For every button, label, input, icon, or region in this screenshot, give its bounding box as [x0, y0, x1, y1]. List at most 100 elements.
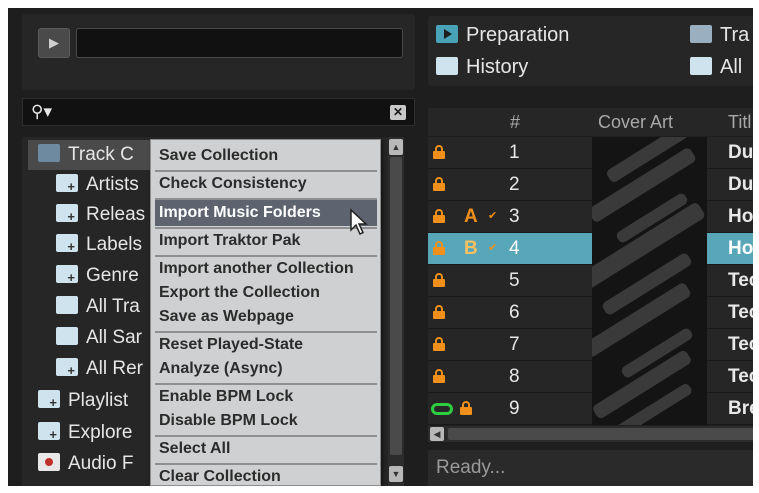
- menu-item-clear-collection[interactable]: Clear Collection: [155, 464, 377, 486]
- tree-item-label: Playlist: [68, 390, 129, 411]
- lock-icon: [433, 145, 445, 159]
- lock-icon: [433, 177, 445, 191]
- folder-plus-icon: [56, 356, 78, 386]
- folder-icon: [690, 56, 712, 75]
- column-header-title[interactable]: Titl: [728, 108, 751, 136]
- tree-item-track-collection[interactable]: Track C: [38, 140, 134, 170]
- favorite-label: Tra: [720, 24, 750, 46]
- search-icon[interactable]: ⚲▾: [31, 101, 65, 123]
- tree-item-label: Explore: [68, 422, 133, 443]
- tree-item-labels[interactable]: Labels: [56, 230, 142, 262]
- cover-art-image: [592, 137, 707, 425]
- scroll-thumb[interactable]: [448, 428, 753, 440]
- menu-item-save-as-webpage[interactable]: Save as Webpage: [155, 304, 377, 330]
- column-header-number[interactable]: #: [510, 108, 520, 136]
- favorite-label: History: [466, 56, 529, 78]
- menu-item-enable-bpm-lock[interactable]: Enable BPM Lock: [155, 384, 377, 410]
- favorite-track-collection[interactable]: Tra: [690, 20, 749, 50]
- check-icon: ✔: [488, 210, 498, 222]
- scroll-left-icon[interactable]: ◀: [430, 427, 444, 441]
- menu-item-import-traktor-pak[interactable]: Import Traktor Pak: [155, 228, 377, 254]
- mouse-cursor-icon: [350, 208, 368, 236]
- row-title: Tec: [728, 270, 753, 291]
- favorite-preparation[interactable]: Preparation: [436, 20, 569, 50]
- track-collection-icon: [38, 143, 60, 162]
- folder-plus-icon: [56, 232, 78, 262]
- menu-item-reset-played-state[interactable]: Reset Played-State: [155, 332, 377, 358]
- row-number: 6: [509, 302, 520, 323]
- tree-item-label: Artists: [86, 174, 139, 195]
- tree-item-label: Track C: [68, 144, 134, 165]
- favorite-all-tracks[interactable]: All: [690, 52, 742, 82]
- folder-plus-icon: [56, 172, 78, 202]
- lock-icon: [460, 401, 472, 415]
- row-status-icons: A ✔: [428, 201, 503, 232]
- scroll-thumb[interactable]: [390, 157, 402, 455]
- check-icon: ✔: [488, 242, 498, 254]
- tree-item-all-remix-sets[interactable]: All Rer: [56, 354, 143, 386]
- status-bar: Ready...: [428, 450, 753, 486]
- menu-item-export-collection[interactable]: Export the Collection: [155, 280, 377, 306]
- lock-icon: [433, 369, 445, 383]
- tree-item-all-samples[interactable]: All Sar: [56, 323, 142, 353]
- clear-search-icon[interactable]: ✕: [390, 105, 406, 120]
- playlist-icon: [436, 24, 458, 43]
- row-status-icons: [428, 297, 503, 328]
- tree-item-artists[interactable]: Artists: [56, 170, 139, 202]
- lock-icon: [433, 241, 445, 255]
- row-status-icons: [428, 329, 503, 360]
- row-number: 1: [509, 142, 520, 163]
- preview-play-button[interactable]: ▶: [38, 28, 70, 58]
- tree-scrollbar[interactable]: ▲ ▼: [388, 137, 404, 486]
- row-title: Tec: [728, 366, 753, 387]
- search-bar[interactable]: ⚲▾ ✕: [22, 98, 415, 126]
- row-title: Tec: [728, 334, 753, 355]
- track-list-header: # Cover Art Titl: [428, 108, 753, 136]
- tree-item-releases[interactable]: Releas: [56, 200, 146, 232]
- hotcue-key-label: B: [464, 238, 478, 259]
- row-status-icons: [428, 169, 503, 200]
- row-number: 5: [509, 270, 520, 291]
- tree-item-label: Labels: [86, 234, 142, 255]
- scroll-up-icon[interactable]: ▲: [389, 139, 403, 155]
- row-number: 9: [509, 398, 520, 419]
- lock-icon: [433, 209, 445, 223]
- hotcue-key-label: A: [464, 206, 478, 227]
- menu-item-import-another-collection[interactable]: Import another Collection: [155, 256, 377, 282]
- lock-icon: [433, 305, 445, 319]
- menu-item-analyze-async[interactable]: Analyze (Async): [155, 356, 377, 382]
- row-number: 8: [509, 366, 520, 387]
- row-number: 4: [509, 238, 520, 259]
- folder-icon: [56, 326, 78, 345]
- column-header-cover-art[interactable]: Cover Art: [598, 108, 673, 136]
- row-number: 3: [509, 206, 520, 227]
- row-number: 2: [509, 174, 520, 195]
- menu-item-save-collection[interactable]: Save Collection: [155, 143, 377, 169]
- tree-item-all-tracks[interactable]: All Tra: [56, 292, 140, 322]
- row-title: Tec: [728, 302, 753, 323]
- tree-item-label: Releas: [86, 204, 146, 225]
- tree-item-audio-recordings[interactable]: Audio F: [38, 449, 133, 479]
- folder-plus-icon: [38, 420, 60, 450]
- row-status-icons: [428, 361, 503, 392]
- favorite-history[interactable]: History: [436, 52, 528, 82]
- context-menu: Save Collection Check Consistency Import…: [150, 139, 381, 486]
- tree-item-playlists[interactable]: Playlist: [38, 386, 129, 418]
- favorite-label: All: [720, 56, 743, 78]
- row-status-icons: [428, 137, 503, 168]
- folder-plus-icon: [38, 388, 60, 418]
- menu-item-import-music-folders[interactable]: Import Music Folders: [155, 200, 377, 226]
- menu-item-select-all[interactable]: Select All: [155, 436, 377, 462]
- track-list-horizontal-scrollbar[interactable]: ◀: [428, 426, 753, 442]
- scroll-down-icon[interactable]: ▼: [389, 466, 403, 482]
- row-number: 7: [509, 334, 520, 355]
- menu-item-disable-bpm-lock[interactable]: Disable BPM Lock: [155, 408, 377, 434]
- audio-recordings-icon: [38, 452, 60, 471]
- row-status-icons: [428, 393, 503, 424]
- track-collection-icon: [690, 24, 712, 43]
- tree-item-explorer[interactable]: Explore: [38, 418, 133, 450]
- menu-item-check-consistency[interactable]: Check Consistency: [155, 171, 377, 197]
- folder-icon: [56, 295, 78, 314]
- tree-item-genres[interactable]: Genre: [56, 261, 139, 293]
- row-status-icons: [428, 265, 503, 296]
